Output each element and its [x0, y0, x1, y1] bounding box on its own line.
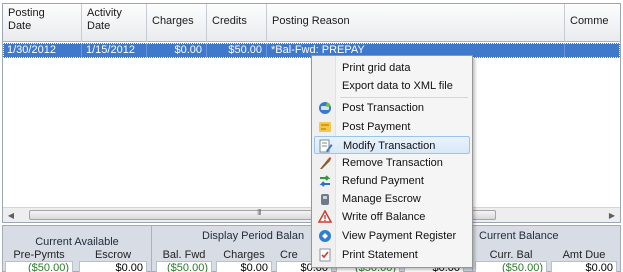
current-available-title: Current Available	[35, 236, 119, 248]
column-header-label: Comme	[570, 15, 609, 27]
column-header-posting-reason[interactable]: Posting Reason	[267, 4, 565, 42]
menu-item-label: Refund Payment	[342, 175, 424, 187]
menu-item-manage-escrow[interactable]: Manage Escrow	[314, 190, 470, 208]
menu-item-view-payment-register[interactable]: View Payment Register	[314, 227, 470, 245]
charges-value: $0.00	[216, 261, 272, 272]
menu-item-label: Modify Transaction	[343, 140, 436, 152]
menu-item-post-transaction[interactable]: Post Transaction	[314, 99, 470, 117]
refund-payment-icon	[318, 174, 332, 188]
menu-item-label: Write off Balance	[342, 211, 426, 223]
column-header-label: Charges	[152, 15, 194, 27]
bal-fwd-label: Bal. Fwd	[162, 249, 206, 261]
menu-item-label: Print Statement	[342, 249, 418, 261]
menu-item-label: Manage Escrow	[342, 193, 421, 205]
menu-item-post-payment[interactable]: Post Payment	[314, 118, 470, 136]
column-header-label: Activity Date	[87, 7, 122, 32]
escrow-label: Escrow	[94, 249, 132, 261]
manage-escrow-icon	[318, 192, 332, 206]
bal-fwd-value: ($50.00)	[156, 261, 212, 272]
menu-item-label: Post Transaction	[342, 102, 424, 114]
column-header-label: Posting Date	[8, 7, 45, 32]
menu-item-label: Post Payment	[342, 121, 411, 133]
remove-transaction-icon	[318, 156, 332, 170]
scrollbar-grip: III	[257, 208, 262, 217]
post-transaction-icon	[318, 101, 332, 115]
curr-bal-label: Curr. Bal	[489, 249, 533, 261]
column-header-comments[interactable]: Comme	[565, 4, 620, 42]
scroll-left-arrow-icon[interactable]: ◀	[3, 208, 19, 223]
write-off-icon	[317, 209, 333, 224]
column-header-activity-date[interactable]: Activity Date	[82, 4, 147, 42]
print-statement-icon	[318, 248, 332, 262]
grid-header: Posting Date Activity Date Charges Credi…	[3, 4, 620, 42]
cell-activity-date[interactable]: 1/15/2012	[82, 43, 147, 58]
post-payment-icon	[318, 120, 332, 134]
cell-charges[interactable]: $0.00	[147, 43, 207, 58]
modify-transaction-icon	[319, 139, 333, 153]
menu-item-label: Print grid data	[342, 62, 411, 74]
scroll-right-arrow-icon[interactable]: ▶	[604, 208, 620, 223]
amt-due-value: $0.00	[551, 261, 617, 272]
credits-label: Cre	[280, 249, 298, 261]
menu-item-export-xml[interactable]: Export data to XML file	[314, 77, 470, 95]
menu-item-label: Remove Transaction	[342, 157, 443, 169]
current-balance-group: Current Balance Curr. Bal Amt Due ($50.0…	[473, 226, 621, 272]
pre-pymts-value: ($50.00)	[5, 261, 73, 272]
column-header-charges[interactable]: Charges	[147, 4, 207, 42]
column-header-label: Credits	[212, 15, 247, 27]
menu-item-remove-transaction[interactable]: Remove Transaction	[314, 154, 470, 172]
menu-separator	[340, 97, 468, 98]
menu-item-print-grid-data[interactable]: Print grid data	[314, 59, 470, 77]
cell-comments[interactable]	[565, 43, 620, 58]
cell-posting-date[interactable]: 1/30/2012	[3, 43, 82, 58]
current-balance-title: Current Balance	[479, 230, 559, 242]
charges-label: Charges	[223, 249, 265, 261]
current-available-group: Current Available Pre-Pymts Escrow ($50.…	[3, 226, 151, 272]
payment-register-icon	[318, 229, 332, 243]
menu-item-write-off-balance[interactable]: Write off Balance	[314, 208, 470, 226]
column-header-posting-date[interactable]: Posting Date	[3, 4, 82, 42]
menu-item-label: Export data to XML file	[342, 80, 453, 92]
menu-item-modify-transaction[interactable]: Modify Transaction	[314, 136, 470, 154]
column-header-credits[interactable]: Credits	[207, 4, 267, 42]
column-header-label: Posting Reason	[272, 15, 350, 27]
context-menu: Print grid data Export data to XML file …	[311, 55, 473, 268]
menu-item-print-statement[interactable]: Print Statement	[314, 246, 470, 264]
escrow-value: $0.00	[79, 261, 147, 272]
amt-due-label: Amt Due	[562, 249, 606, 261]
pre-pymts-label: Pre-Pymts	[13, 249, 65, 261]
menu-item-label: View Payment Register	[342, 230, 457, 242]
menu-item-refund-payment[interactable]: Refund Payment	[314, 172, 470, 190]
cell-credits[interactable]: $50.00	[207, 43, 267, 58]
curr-bal-value: ($50.00)	[475, 261, 547, 272]
